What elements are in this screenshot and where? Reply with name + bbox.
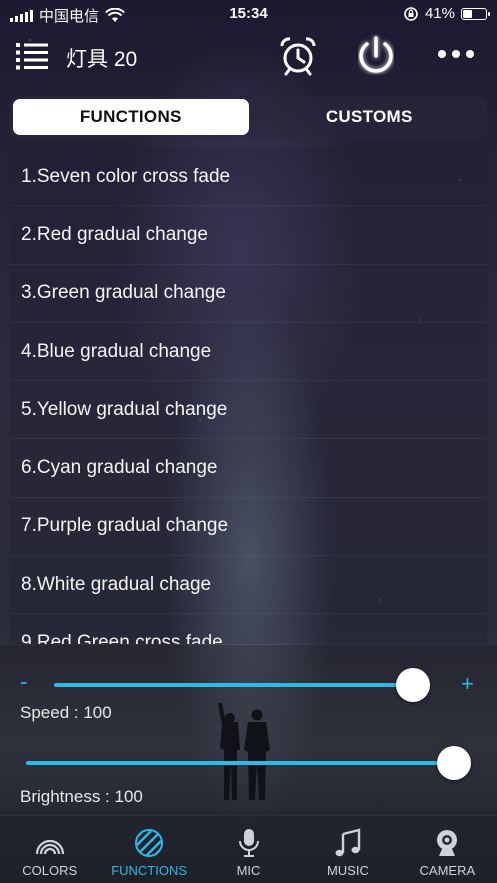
- bottom-tab-label: COLORS: [22, 863, 78, 878]
- rainbow-icon: [35, 839, 64, 855]
- list-item[interactable]: 9.Red Green cross fade: [10, 614, 487, 644]
- bottom-tab-label: MIC: [236, 863, 261, 878]
- bottom-tab-label: FUNCTIONS: [111, 863, 188, 878]
- slider-panel: - + Speed : 100 Brightness : 100: [0, 645, 497, 815]
- camera-icon: [437, 830, 458, 856]
- device-title: 灯具 20: [66, 48, 138, 71]
- list-item[interactable]: 2.Red gradual change: [10, 206, 487, 265]
- music-note-icon: [335, 828, 361, 857]
- list-item[interactable]: 4.Blue gradual change: [10, 323, 487, 382]
- tab-functions[interactable]: FUNCTIONS: [13, 99, 249, 135]
- microphone-icon: [238, 829, 259, 857]
- tab-customs[interactable]: CUSTOMS: [252, 96, 488, 138]
- speed-increase-button[interactable]: +: [461, 671, 474, 697]
- brightness-label: Brightness : 100: [20, 787, 143, 806]
- segment-tabs: FUNCTIONS CUSTOMS: [10, 96, 487, 138]
- orientation-lock-icon: [404, 6, 418, 21]
- list-item[interactable]: 8.White gradual chage: [10, 556, 487, 615]
- speed-slider-thumb[interactable]: [395, 668, 430, 702]
- bottom-tab-bar: COLORS FUNCTIONS MIC MUSIC CAMERA: [0, 816, 497, 883]
- speed-slider-track[interactable]: [54, 683, 424, 687]
- bottom-tab-functions[interactable]: FUNCTIONS: [99, 816, 198, 883]
- bottom-tab-music[interactable]: MUSIC: [298, 816, 397, 883]
- brightness-slider-thumb[interactable]: [437, 746, 471, 780]
- list-item[interactable]: 5.Yellow gradual change: [10, 381, 487, 440]
- bottom-tab-label: CAMERA: [419, 863, 476, 878]
- speed-label: Speed : 100: [20, 703, 112, 722]
- status-bar: 中国电信 15:34 41%: [0, 0, 497, 28]
- functions-stripes-icon: [135, 829, 164, 857]
- bottom-tab-camera[interactable]: CAMERA: [398, 816, 497, 883]
- bottom-tab-colors[interactable]: COLORS: [0, 816, 99, 883]
- nav-bar: 灯具 20: [0, 28, 497, 84]
- functions-list: 1.Seven color cross fade 2.Red gradual c…: [10, 148, 487, 644]
- brightness-slider-track[interactable]: [26, 761, 454, 765]
- power-icon[interactable]: [352, 32, 400, 80]
- bottom-tab-label: MUSIC: [326, 863, 369, 878]
- bottom-tab-mic[interactable]: MIC: [199, 816, 298, 883]
- list-item[interactable]: 6.Cyan gradual change: [10, 439, 487, 498]
- list-item[interactable]: 3.Green gradual change: [10, 265, 487, 323]
- list-item[interactable]: 7.Purple gradual change: [10, 498, 487, 557]
- battery-icon: [461, 7, 490, 20]
- list-item[interactable]: 1.Seven color cross fade: [10, 148, 487, 207]
- battery-percent: 41%: [424, 5, 455, 22]
- alarm-clock-icon[interactable]: [278, 36, 318, 76]
- speed-decrease-button[interactable]: -: [20, 669, 27, 695]
- menu-list-icon[interactable]: [16, 42, 48, 70]
- more-options-icon[interactable]: [438, 50, 478, 62]
